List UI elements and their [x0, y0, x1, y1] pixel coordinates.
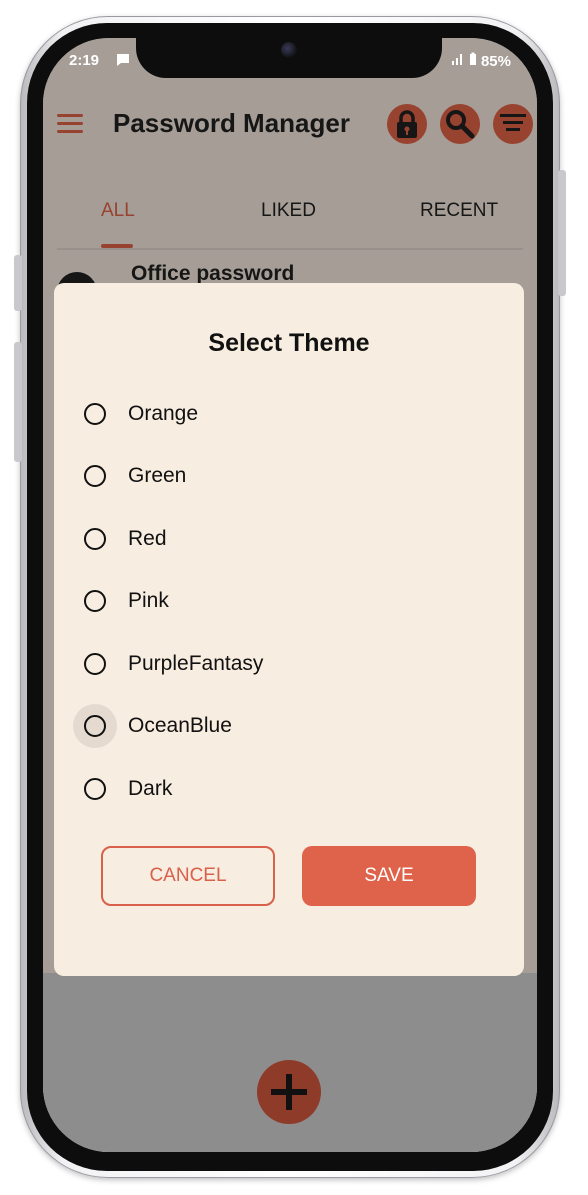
- radio-button[interactable]: [84, 778, 106, 800]
- theme-option-pink[interactable]: Pink: [82, 581, 169, 621]
- theme-option-red[interactable]: Red: [82, 519, 167, 559]
- phone-volume-down: [14, 342, 22, 462]
- notch: [136, 38, 442, 78]
- select-theme-dialog: Select Theme Orange Green Red Pink Purpl…: [54, 283, 524, 976]
- theme-option-dark[interactable]: Dark: [82, 769, 172, 809]
- option-label: Dark: [128, 777, 173, 800]
- app-background: 2:19 85% Password Manager ALL LIKED RECE…: [43, 38, 537, 1152]
- cancel-button[interactable]: CANCEL: [101, 846, 275, 906]
- signal-icon: [451, 52, 465, 70]
- theme-option-oceanblue[interactable]: OceanBlue: [73, 704, 232, 748]
- radio-button[interactable]: [84, 653, 106, 675]
- phone-power-button: [558, 170, 566, 296]
- dialog-title: Select Theme: [208, 329, 370, 357]
- radio-button[interactable]: [84, 528, 106, 550]
- option-label: Orange: [128, 402, 199, 425]
- radio-button[interactable]: [84, 590, 106, 612]
- status-time: 2:19: [69, 52, 100, 69]
- save-button[interactable]: SAVE: [302, 846, 476, 906]
- radio-ripple: [73, 704, 117, 748]
- phone-volume-up: [14, 255, 22, 311]
- option-label: Green: [128, 464, 187, 487]
- status-icons: 85%: [451, 52, 511, 70]
- battery-level: 85%: [480, 52, 511, 70]
- chat-icon: [115, 52, 131, 72]
- theme-option-purplefantasy[interactable]: PurpleFantasy: [82, 644, 263, 684]
- option-label: PurpleFantasy: [128, 652, 264, 675]
- screen: 2:19 85% Password Manager ALL LIKED RECE…: [43, 38, 537, 1152]
- radio-button[interactable]: [84, 403, 106, 425]
- option-label: Pink: [128, 589, 169, 612]
- radio-button[interactable]: [84, 465, 106, 487]
- add-button[interactable]: [257, 1060, 321, 1124]
- theme-option-orange[interactable]: Orange: [82, 394, 198, 434]
- option-label: OceanBlue: [128, 714, 232, 737]
- battery-icon: [469, 52, 477, 70]
- option-label: Red: [128, 527, 167, 550]
- camera-icon: [281, 42, 297, 58]
- theme-option-green[interactable]: Green: [82, 456, 186, 496]
- plus-icon: [271, 1074, 307, 1110]
